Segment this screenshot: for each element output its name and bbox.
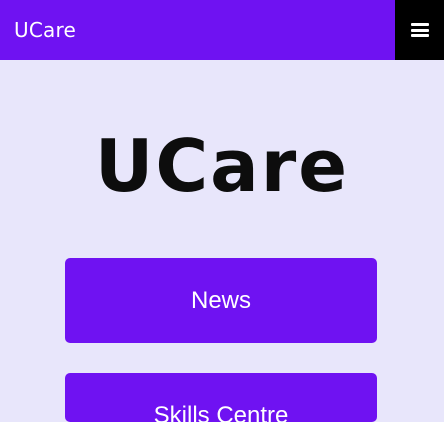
ucare-logo: UCare: [0, 118, 444, 213]
app-title[interactable]: UCare: [14, 16, 76, 44]
ucare-logo-text: UCare: [94, 123, 350, 208]
menu-button[interactable]: [395, 0, 444, 60]
skills-centre-button-label: Skills Centre: [153, 402, 289, 422]
news-button-label: News: [190, 286, 251, 314]
skills-centre-button[interactable]: Skills Centre: [65, 373, 377, 422]
menu-icon: [410, 23, 429, 37]
news-button[interactable]: News: [65, 258, 377, 343]
top-app-bar: UCare: [0, 0, 444, 60]
